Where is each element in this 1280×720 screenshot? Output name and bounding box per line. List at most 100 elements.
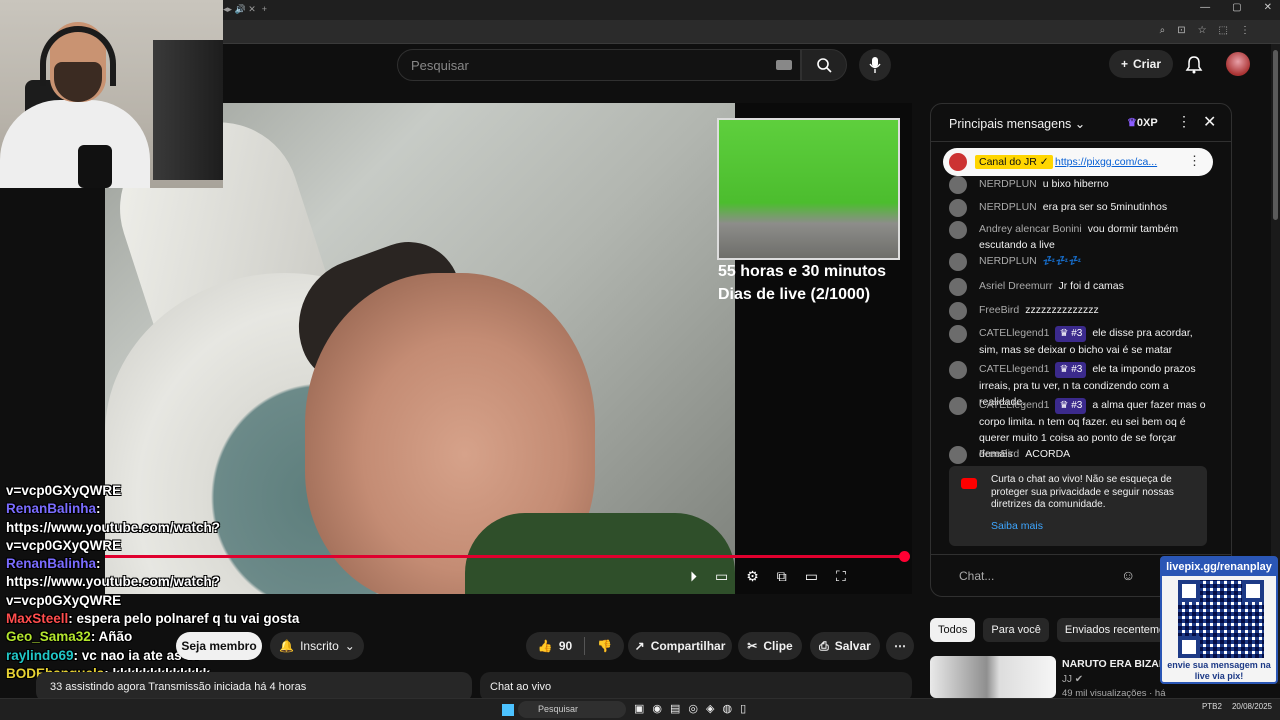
webcam-shelf [153,40,223,180]
chat-avatar [949,199,967,217]
subscribed-button[interactable]: 🔔 Inscrito ⌄ [270,632,364,660]
chat-input[interactable]: Chat... [959,569,994,583]
system-tray: PTB2 20/08/2025 [1202,702,1272,711]
close-icon[interactable]: ✕ [1203,112,1216,132]
like-count: 90 [558,639,573,653]
chrome-icon[interactable]: ◎ [688,702,698,715]
taskbar-apps: ▣ ◉ ▤ ◎ ◈ ◍ ▯ [634,702,746,715]
chat-message: FreeBird zzzzzzzzzzzzzz [949,302,1209,320]
subtitles-icon[interactable]: ▭ [715,568,728,585]
chat-text: zzzzzzzzzzzzzz [1025,304,1099,316]
video-progress-scrubber[interactable] [899,551,910,562]
keyboard-icon[interactable] [776,60,792,70]
stream-chat-line: MaxSteell: espera pelo polnaref q tu vai… [0,610,330,628]
keyboard-layout[interactable]: PTB2 [1202,702,1222,711]
pinned-link[interactable]: https://pixgg.com/ca... [1055,156,1157,168]
search-placeholder: Pesquisar [411,58,469,73]
xp-value: 0XP [1136,117,1158,129]
stream-chat-text: : espera pelo polnaref q tu vai gosta [68,611,300,627]
chat-text: Jr foi d camas [1058,280,1124,292]
app-icon[interactable]: ◈ [706,702,714,715]
translate-icon[interactable]: ⊡ [1177,25,1185,36]
miniplayer-icon[interactable]: ⧉ [777,568,787,585]
chip-for-you[interactable]: Para você [983,618,1049,642]
search-input[interactable]: Pesquisar [397,49,801,81]
member-badge: ♛ #3 [1055,326,1087,342]
settings-gear-icon[interactable]: ⚙ [746,568,759,585]
chevron-down-icon: ⌄ [344,639,355,653]
stream-pip-camera [717,118,900,260]
chip-all[interactable]: Todos [930,618,976,642]
bookmark-icon[interactable]: ☆ [1198,25,1207,36]
clock-date[interactable]: 20/08/2025 [1232,702,1272,711]
pinned-channel-name: Canal do JR [979,156,1037,168]
chat-text: u bixo hiberno [1042,178,1109,190]
chat-author: CATELlegend1 [979,327,1050,339]
fullscreen-icon[interactable]: ⛶ [836,568,846,585]
learn-more-link[interactable]: Saiba mais [991,520,1043,533]
share-button[interactable]: ↗ Compartilhar [628,632,732,660]
maximize-icon[interactable]: ▢ [1232,2,1241,13]
create-button[interactable]: + Criar [1109,50,1173,78]
notepad-icon[interactable]: ▯ [740,702,746,715]
zoom-icon[interactable]: ⌕ [1160,25,1166,36]
new-tab-button[interactable]: + [262,4,267,15]
chat-author: NERDPLUN [979,201,1037,213]
windows-start-icon[interactable] [502,704,514,716]
chat-author: FreeBird [979,304,1020,316]
thumbs-down-icon[interactable]: 👎 [597,639,612,653]
close-window-icon[interactable]: ✕ [1264,2,1272,13]
player-controls: ⏵ ▭ ⚙ ⧉ ▭ ⛶ [690,566,900,586]
join-membership-button[interactable]: Seja membro [176,632,262,660]
steam-icon[interactable]: ◍ [723,702,733,715]
subscribed-label: Inscrito [300,639,339,653]
file-explorer-icon[interactable]: ▤ [670,702,680,715]
more-vertical-icon[interactable]: ⋮ [1188,153,1201,169]
chat-mode-dropdown[interactable]: Principais mensagens ⌄ [949,116,1085,131]
edge-icon[interactable]: ◉ [652,702,662,715]
like-button[interactable]: 👍 90 👎 [526,632,624,660]
tab-audio-icon[interactable]: ◂▸ 🔊 ✕ [223,4,256,15]
notice-text: Curta o chat ao vivo! Não se esqueça de … [991,474,1174,510]
webcam-microphone [78,145,112,188]
pinned-channel-badge: Canal do JR ✓ [975,155,1053,169]
chat-author: NERDPLUN [979,178,1037,190]
chat-menu-icon[interactable]: ⋮ [1177,113,1191,130]
minimize-icon[interactable]: — [1200,2,1210,13]
extensions-icon[interactable]: ⬚ [1219,25,1228,36]
emoji-icon[interactable]: ☺ [1121,567,1135,583]
account-avatar[interactable] [1226,52,1250,76]
menu-icon[interactable]: ⋮ [1240,25,1250,36]
search-button[interactable] [801,49,847,81]
qr-header: livepix.gg/renanplay [1162,558,1276,576]
save-button[interactable]: ⎙ Salvar [810,632,880,660]
clip-button[interactable]: ✂ Clipe [738,632,802,660]
chat-text: 💤💤💤 [1042,255,1082,267]
recommended-video[interactable]: NARUTO ERA BIZARRO JJ ✔ 49 mil visualiza… [930,656,1182,699]
chat-message: NERDPLUN era pra ser so 5minutinhos [949,199,1209,217]
chat-avatar [949,446,967,464]
scrollbar-thumb[interactable] [1273,50,1278,220]
chat-text: era pra ser so 5minutinhos [1042,201,1168,213]
voice-search-button[interactable] [859,49,891,81]
theater-mode-icon[interactable]: ▭ [805,568,818,585]
task-view-icon[interactable]: ▣ [634,702,644,715]
recommended-channel-name: JJ [1062,674,1072,685]
member-badge-label: #3 [1071,400,1083,411]
like-divider [584,637,586,655]
address-bar[interactable]: ⌕ ⊡ ☆ ⬚ ⋮ [223,20,1280,44]
chat-title: Principais mensagens [949,117,1072,131]
autoplay-toggle-icon[interactable]: ⏵ [690,568,697,585]
notifications-bell-icon[interactable] [1184,55,1204,75]
recommended-thumbnail[interactable] [930,656,1056,698]
more-actions-button[interactable]: ⋯ [886,632,914,660]
xp-badge[interactable]: ♛0XP [1127,116,1158,129]
pinned-message[interactable]: Canal do JR ✓ https://pixgg.com/ca... ⋮ [943,148,1213,176]
stream-chat-user: MaxSteell [6,611,69,627]
clip-label: Clipe [763,639,793,653]
stream-chat-user: Geo_Sama32 [6,629,91,645]
webcam-person-body [0,100,150,188]
taskbar-search[interactable]: Pesquisar [518,701,626,718]
stream-chat-line: https://www.youtube.com/watch? [6,519,221,535]
chat-message: CATELlegend1 ♛ #3 ele disse pra acordar, s… [949,325,1209,358]
